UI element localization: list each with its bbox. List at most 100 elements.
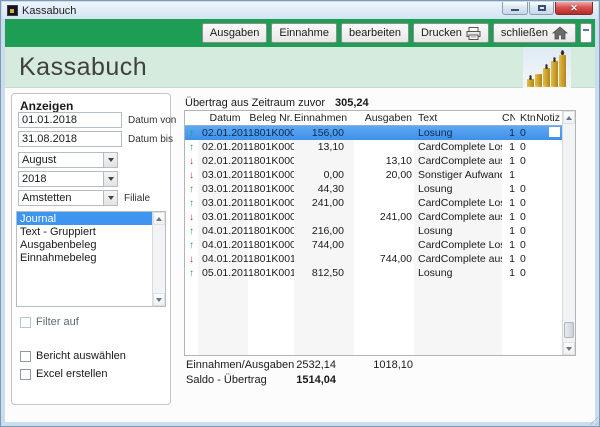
ausgaben-button[interactable]: Ausgaben [202,23,268,43]
list-item[interactable]: Ausgabenbeleg [17,238,165,251]
table-cell: ↑ [185,225,198,237]
month-select[interactable]: August [18,152,118,168]
drucken-button[interactable]: Drucken [413,23,489,43]
table-row[interactable]: ↑04.01.20181801K0009744,00CardComplete L… [185,238,562,252]
list-item[interactable]: Text - Gruppiert [17,225,165,238]
table-row[interactable]: ↑04.01.20181801K0008216,00Losung10 [185,224,562,238]
chevron-down-icon[interactable] [103,191,117,205]
column-header[interactable]: Datum [198,112,248,124]
scrollbar-thumb[interactable] [564,322,574,338]
income-up-arrow-icon: ↑ [189,184,194,195]
year-select[interactable]: 2018 [18,171,118,187]
minimize-button[interactable] [502,2,528,15]
table-scrollbar[interactable] [562,111,575,355]
list-item[interactable]: Journal [17,212,165,225]
report-select-checkbox[interactable]: Bericht auswählen [20,350,126,362]
app-window: Kassabuch ✕ Ausgaben EinnahmebearbeitenDr… [0,0,600,427]
table-cell: 1 [502,225,515,237]
table-cell: CardComplete ausbuchen [414,253,502,265]
table-row[interactable]: ↑02.01.20181801K0001156,00Losung10 [185,126,562,140]
page-title: Kassabuch [19,53,147,82]
checkbox-icon[interactable] [20,317,31,328]
table-row[interactable]: ↓04.01.20181801K0010744,00CardComplete a… [185,252,562,266]
column-header[interactable]: CN [502,112,515,124]
date-from-label: Datum von [128,115,176,126]
close-icon: ✕ [570,4,578,13]
date-to-input[interactable]: 31.08.2018 [18,131,122,147]
table-cell: 1801K0001 [248,127,294,139]
table-cell: 1 [502,127,515,139]
column-header[interactable]: Notiz [535,112,562,124]
column-header[interactable]: Text [414,112,502,124]
close-button[interactable]: ✕ [555,2,593,15]
table-cell: 0 [515,183,535,195]
column-header[interactable]: Ausgaben [354,112,414,124]
table-row[interactable]: ↓03.01.20181801K00040,0020,00Sonstiger A… [185,168,562,182]
totals-expense: 1018,10 [336,359,413,371]
table-cell: 744,00 [294,239,354,251]
table-cell: 03.01.2018 [198,211,248,223]
table-cell: 1801K0009 [248,239,294,251]
table-row[interactable]: ↑03.01.20181801K000544,30Losung10 [185,182,562,196]
table-header-row[interactable]: DatumBeleg Nr.EinnahmenAusgabenTextCNKtn… [185,111,562,126]
table-cell: 0 [515,141,535,153]
carryover-value: 305,24 [335,97,369,109]
checkbox-icon[interactable] [20,351,31,362]
schliessen-button[interactable]: schließen [493,23,576,43]
notiz-cell-box [549,127,560,137]
report-type-list[interactable]: JournalText - GruppiertAusgabenbelegEinn… [16,211,166,307]
table-cell: Losung [414,183,502,195]
table-row[interactable]: ↑03.01.20181801K0006241,00CardComplete L… [185,196,562,210]
scroll-up-icon[interactable] [563,111,575,124]
totals-income: 2532,14 [288,359,336,371]
table-cell: Losung [414,267,502,279]
scroll-down-icon[interactable] [153,293,165,306]
totals-summary: Einnahmen/Ausgaben 2532,14 1018,10 Saldo… [186,359,413,386]
list-item[interactable]: Einnahmebeleg [17,251,165,264]
list-scrollbar[interactable] [152,212,165,306]
excel-checkbox[interactable]: Excel erstellen [20,368,108,380]
table-cell: 0 [515,225,535,237]
column-header[interactable]: Einnahmen [294,112,354,124]
home-icon [552,26,568,40]
table-cell: 241,00 [294,197,354,209]
filter-checkbox[interactable]: Filter auf [20,316,79,328]
client-area: Ausgaben EinnahmebearbeitenDruckenschließ… [5,19,595,422]
table-cell: ↑ [185,197,198,209]
maximize-button[interactable] [529,2,554,15]
branch-select[interactable]: Amstetten [18,190,118,206]
collapse-toolbar-button[interactable] [580,23,592,43]
carryover-line: Übertrag aus Zeitraum zuvor 305,24 [185,97,369,109]
window-controls: ✕ [501,2,593,15]
table-cell: 0 [515,267,535,279]
ausgaben-button-label: Ausgaben [210,27,260,39]
table-cell: CardComplete Losung [414,141,502,153]
date-from-input[interactable]: 01.01.2018 [18,112,122,128]
scroll-up-icon[interactable] [153,212,165,225]
table-cell: 1801K0002 [248,141,294,153]
table-cell: 0 [515,211,535,223]
table-cell: 1 [502,183,515,195]
column-header[interactable]: Ktnr. [515,112,535,124]
table-row[interactable]: ↓02.01.20181801K000313,10CardComplete au… [185,154,562,168]
table-row[interactable]: ↓03.01.20181801K0007241,00CardComplete a… [185,210,562,224]
table-cell: 1 [502,253,515,265]
table-cell: ↑ [185,267,198,279]
table-row[interactable]: ↑05.01.20181801K0011812,50Losung10 [185,266,562,280]
carryover-label: Übertrag aus Zeitraum zuvor [185,97,325,109]
table-cell: 1801K0003 [248,155,294,167]
chevron-down-icon[interactable] [103,172,117,186]
column-header[interactable]: Beleg Nr. [248,112,294,124]
einnahme-button[interactable]: Einnahme [271,23,337,43]
checkbox-icon[interactable] [20,369,31,380]
printer-icon [466,27,481,40]
page-header: Kassabuch [5,47,595,88]
table-cell: 0,00 [294,169,354,181]
chevron-down-icon[interactable] [103,153,117,167]
scroll-down-icon[interactable] [563,342,575,355]
filter-checkbox-label: Filter auf [36,316,79,328]
table-cell: 1 [502,239,515,251]
bearbeiten-button[interactable]: bearbeiten [341,23,409,43]
table-row[interactable]: ↑02.01.20181801K000213,10CardComplete Lo… [185,140,562,154]
table-cell: CardComplete Losung [414,239,502,251]
